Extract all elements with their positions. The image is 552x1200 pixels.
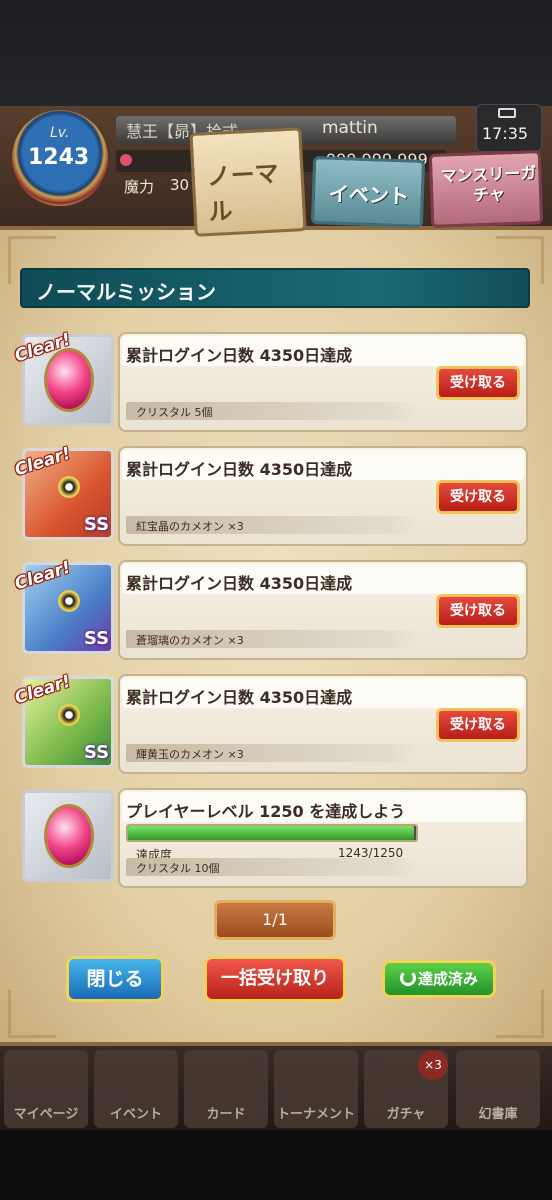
claim-button[interactable]: 受け取る bbox=[436, 594, 520, 628]
nav-library[interactable]: 幻書庫 bbox=[456, 1050, 540, 1128]
power-label: 魔力 bbox=[124, 178, 155, 196]
page-indicator: 1/1 bbox=[214, 900, 336, 940]
crystal-icon bbox=[44, 348, 94, 412]
claim-button[interactable]: 受け取る bbox=[436, 480, 520, 514]
nav-tournament[interactable]: トーナメント bbox=[274, 1050, 358, 1128]
reward-text: 蒼瑠璃のカメオン ×3 bbox=[136, 634, 244, 647]
claim-button[interactable]: 受け取る bbox=[436, 366, 520, 400]
ornament-corner-icon bbox=[8, 990, 56, 1038]
nav-label: イベント bbox=[109, 1107, 162, 1122]
ss-rank-icon: SS bbox=[84, 514, 110, 535]
nav-mypage[interactable]: マイページ bbox=[4, 1050, 88, 1128]
system-nav-area bbox=[0, 1130, 552, 1200]
nav-label: マイページ bbox=[13, 1107, 79, 1122]
nav-label: ガチャ bbox=[386, 1107, 426, 1122]
mission-title: 累計ログイン日数 4350日達成 bbox=[126, 688, 353, 707]
blue-chameleon-icon bbox=[58, 590, 80, 612]
level-label: Lv. bbox=[50, 125, 70, 141]
ss-rank-icon: SS bbox=[84, 628, 110, 649]
tab-monthly-gacha[interactable]: マンスリーガチャ bbox=[428, 150, 544, 228]
reward-text: クリスタル 5個 bbox=[136, 406, 213, 419]
mission-title: プレイヤーレベル 1250 を達成しよう bbox=[126, 802, 406, 821]
mission-title: 累計ログイン日数 4350日達成 bbox=[126, 574, 353, 593]
mission-title: 累計ログイン日数 4350日達成 bbox=[126, 460, 353, 479]
completed-filter-button[interactable]: 達成済み bbox=[382, 960, 496, 998]
ornament-corner-icon bbox=[496, 990, 544, 1038]
tab-event[interactable]: イベント bbox=[310, 156, 426, 228]
clock-time: 17:35 bbox=[482, 124, 529, 143]
bulk-receive-button[interactable]: 一括受け取り bbox=[204, 956, 346, 1002]
nav-label: カード bbox=[206, 1107, 246, 1122]
tab-event-label: イベント bbox=[328, 181, 410, 209]
reward-text: 輝黄玉のカメオン ×3 bbox=[136, 748, 244, 761]
gem-icon bbox=[120, 154, 132, 166]
battery-icon bbox=[498, 108, 516, 118]
power-value: 30 bbox=[170, 176, 190, 194]
gacha-count-badge: ×3 bbox=[418, 1050, 448, 1080]
section-title: ノーマルミッション bbox=[36, 280, 216, 304]
tab-monthly-label: マンスリーガチャ bbox=[440, 163, 537, 205]
green-chameleon-icon bbox=[58, 704, 80, 726]
reward-text: クリスタル 10個 bbox=[136, 862, 220, 875]
completed-label: 達成済み bbox=[417, 970, 478, 988]
reward-text: 紅宝晶のカメオン ×3 bbox=[136, 520, 244, 533]
close-button[interactable]: 閉じる bbox=[66, 956, 164, 1002]
claim-button[interactable]: 受け取る bbox=[436, 708, 520, 742]
nav-event[interactable]: イベント bbox=[94, 1050, 178, 1128]
nav-label: トーナメント bbox=[276, 1107, 355, 1122]
nav-card[interactable]: カード bbox=[184, 1050, 268, 1128]
progress-bar bbox=[126, 824, 418, 842]
tab-normal[interactable]: ノーマル bbox=[189, 127, 307, 237]
tab-normal-label: ノーマル bbox=[205, 159, 280, 227]
mission-title: 累計ログイン日数 4350日達成 bbox=[126, 346, 353, 365]
ss-rank-icon: SS bbox=[84, 742, 110, 763]
level-value: 1243 bbox=[28, 145, 90, 170]
nav-label: 幻書庫 bbox=[478, 1107, 518, 1122]
crystal-icon bbox=[44, 804, 94, 868]
status-bar-area bbox=[0, 0, 552, 108]
progress-fill bbox=[128, 826, 415, 840]
red-chameleon-icon bbox=[58, 476, 80, 498]
refresh-icon bbox=[399, 970, 416, 986]
player-name: mattin bbox=[322, 118, 378, 138]
